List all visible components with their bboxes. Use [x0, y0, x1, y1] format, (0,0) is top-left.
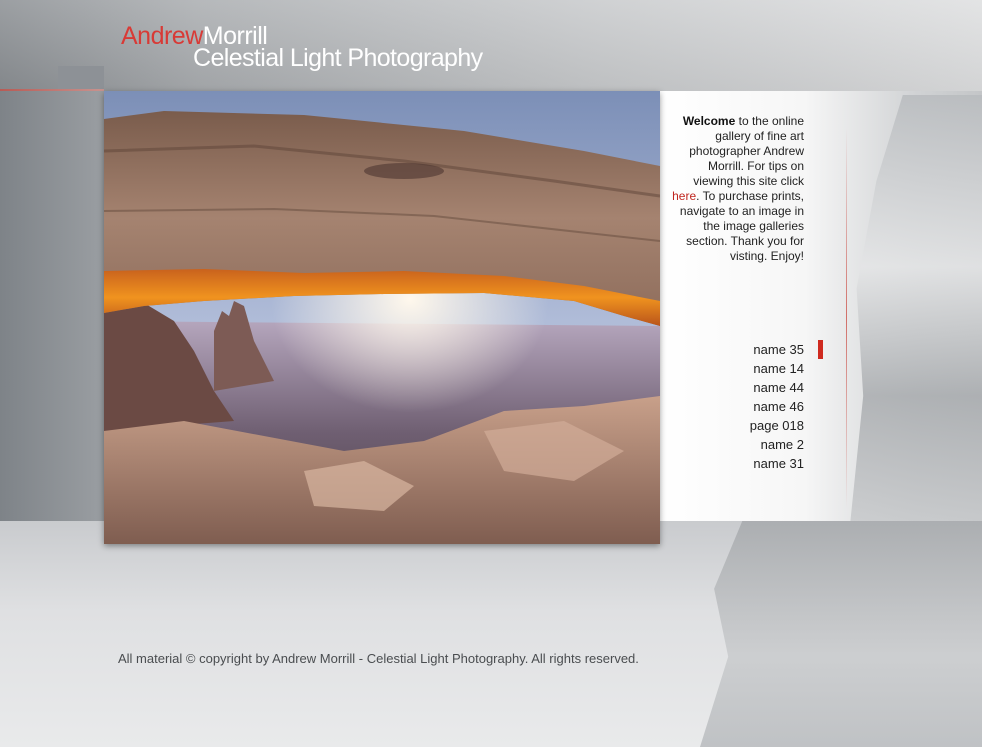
copyright-notice: All material © copyright by Andrew Morri…	[118, 651, 639, 666]
mesa-arch-image	[104, 91, 660, 544]
nav-item[interactable]: name 2	[700, 435, 804, 454]
nav-item[interactable]: name 46	[700, 397, 804, 416]
left-side-panel	[0, 91, 104, 521]
logo-subtitle: Celestial Light Photography	[193, 44, 483, 72]
header-red-rule	[0, 89, 104, 91]
featured-photo[interactable]	[104, 91, 660, 544]
nav-item[interactable]: name 44	[700, 378, 804, 397]
tips-link[interactable]: here	[672, 189, 696, 203]
vertical-red-rule	[846, 128, 847, 508]
welcome-bold: Welcome	[682, 114, 736, 128]
nav-item[interactable]: name 31	[700, 454, 804, 473]
active-nav-marker	[818, 340, 823, 359]
welcome-message: Welcome to the online gallery of fine ar…	[672, 114, 804, 264]
nav-item[interactable]: page 018	[700, 416, 804, 435]
gallery-nav: name 35 name 14 name 44 name 46 page 018…	[700, 340, 804, 473]
rock-formation-background	[700, 521, 982, 747]
nav-item[interactable]: name 14	[700, 359, 804, 378]
logo-first-name: Andrew	[121, 22, 203, 50]
welcome-text-2: . To purchase prints, navigate to an ima…	[679, 189, 804, 263]
site-logo[interactable]: AndrewMorrill Celestial Light Photograph…	[121, 22, 483, 71]
nav-item[interactable]: name 35	[700, 340, 804, 359]
